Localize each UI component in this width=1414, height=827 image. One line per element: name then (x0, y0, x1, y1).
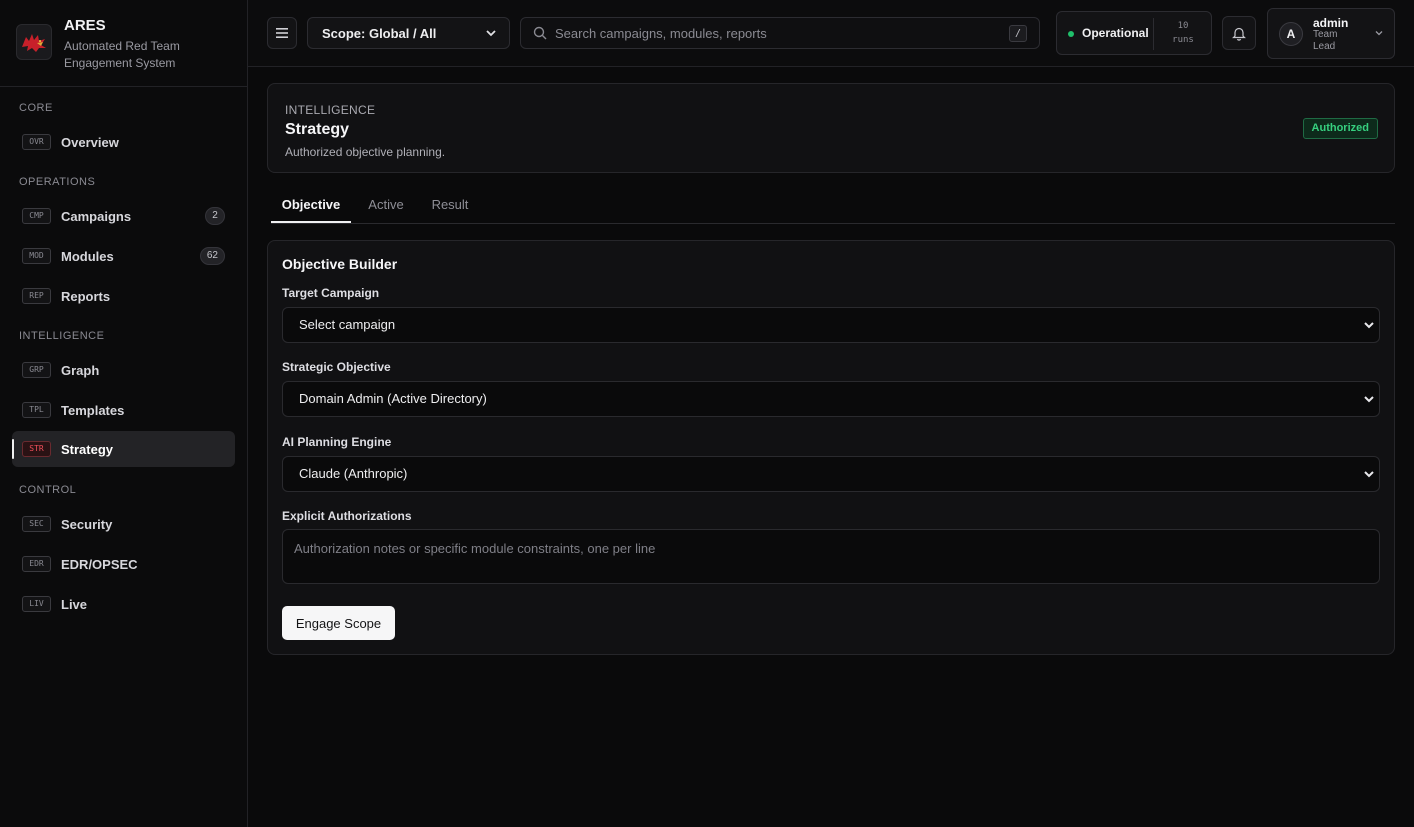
select-value: Domain Admin (Active Directory) (299, 391, 487, 406)
sidebar-item-label: Overview (61, 134, 119, 150)
page-title: Strategy (285, 121, 350, 138)
user-name: admin (1313, 16, 1349, 30)
brand: ARES Automated Red Team Engagement Syste… (0, 0, 247, 87)
tab-active[interactable]: Active (359, 188, 413, 223)
count-badge: 2 (205, 207, 225, 225)
avatar: A (1279, 22, 1303, 46)
chevron-down-icon (1364, 322, 1374, 329)
nav-section-intelligence: INTELLIGENCE (19, 330, 105, 342)
sidebar-item-label: EDR/OPSEC (61, 556, 138, 572)
menu-button[interactable] (267, 17, 297, 49)
scope-label: Scope: Global / All (322, 25, 437, 41)
runs-label: runs (1172, 35, 1194, 45)
target-campaign-select[interactable]: Select campaign (282, 307, 1380, 343)
page-eyebrow: INTELLIGENCE (285, 103, 376, 117)
strategic-objective-label: Strategic Objective (282, 360, 391, 374)
search-input[interactable] (555, 25, 995, 41)
search-shortcut: / (1009, 25, 1027, 42)
sidebar-item-label: Graph (61, 362, 100, 378)
page-header: INTELLIGENCE Strategy Authorized objecti… (267, 83, 1395, 173)
sidebar-item-label: Modules (61, 248, 114, 264)
select-value: Select campaign (299, 317, 396, 332)
authorizations-label: Explicit Authorizations (282, 509, 412, 523)
sidebar-item-label: Reports (61, 288, 111, 304)
nav-code: OVR (22, 134, 51, 150)
app-subtitle: Automated Red Team Engagement System (64, 39, 180, 70)
search-icon (533, 26, 547, 40)
chevron-down-icon (1364, 396, 1374, 403)
status-badge: Authorized (1302, 118, 1378, 139)
user-menu[interactable]: A admin Team Lead (1267, 8, 1395, 59)
ai-engine-select[interactable]: Claude (Anthropic) (282, 456, 1380, 492)
notifications-button[interactable] (1222, 16, 1256, 50)
nav-code: CMP (22, 208, 51, 224)
ai-engine-label: AI Planning Engine (282, 435, 392, 449)
chevron-down-icon (1375, 31, 1383, 36)
nav-code: GRP (22, 362, 51, 378)
objective-builder: Objective Builder Target Campaign Select… (267, 240, 1395, 655)
status-dot-icon (1068, 31, 1074, 37)
status-indicator[interactable]: Operational 10 runs (1056, 11, 1212, 55)
chevron-down-icon (1364, 471, 1374, 478)
tab-bar: Objective Active Result (271, 188, 1395, 224)
strategic-objective-select[interactable]: Domain Admin (Active Directory) (282, 381, 1380, 417)
sidebar-item-label: Campaigns (61, 208, 132, 224)
sidebar: ARES Automated Red Team Engagement Syste… (0, 0, 248, 827)
nav-code: EDR (22, 556, 51, 572)
sidebar-item-overview[interactable]: OVR Overview (12, 124, 235, 160)
authorizations-textarea[interactable] (282, 529, 1380, 584)
sidebar-item-edr-opsec[interactable]: EDR EDR/OPSEC (12, 546, 235, 582)
tab-objective[interactable]: Objective (271, 188, 351, 223)
nav-code: STR (22, 441, 51, 457)
topbar: Scope: Global / All / Operational 10 run… (248, 0, 1414, 67)
sidebar-item-label: Templates (61, 402, 125, 418)
app-name: ARES (64, 17, 106, 34)
search-bar: / (520, 17, 1040, 49)
sidebar-item-label: Security (61, 516, 113, 532)
nav-code: LIV (22, 596, 51, 612)
sidebar-item-graph[interactable]: GRP Graph (12, 352, 235, 388)
sidebar-item-campaigns[interactable]: CMP Campaigns 2 (12, 198, 235, 234)
status-text: Operational (1082, 26, 1149, 40)
sidebar-item-label: Strategy (61, 441, 114, 457)
nav-section-operations: OPERATIONS (19, 176, 96, 188)
sidebar-item-templates[interactable]: TPL Templates (12, 392, 235, 428)
sidebar-item-label: Live (61, 596, 88, 612)
sidebar-item-modules[interactable]: MOD Modules 62 (12, 238, 235, 274)
form-title: Objective Builder (282, 256, 398, 272)
divider (1153, 18, 1154, 50)
sidebar-item-security[interactable]: SEC Security (12, 506, 235, 542)
sidebar-item-live[interactable]: LIV Live (12, 586, 235, 622)
user-role: Team Lead (1313, 29, 1338, 52)
nav-code: TPL (22, 402, 51, 418)
nav-code: SEC (22, 516, 51, 532)
nav-section-control: CONTROL (19, 484, 77, 496)
bell-icon (1232, 27, 1246, 41)
dragon-logo-icon (16, 24, 52, 60)
target-campaign-label: Target Campaign (282, 286, 380, 300)
nav-code: REP (22, 288, 51, 304)
nav-section-core: CORE (19, 102, 53, 114)
tab-result[interactable]: Result (423, 188, 477, 223)
select-value: Claude (Anthropic) (299, 466, 408, 481)
count-badge: 62 (199, 247, 225, 265)
scope-select[interactable]: Scope: Global / All (307, 17, 510, 49)
page-subtitle: Authorized objective planning. (285, 145, 446, 159)
sidebar-item-reports[interactable]: REP Reports (12, 278, 235, 314)
engage-scope-button[interactable]: Engage Scope (282, 606, 395, 640)
sidebar-item-strategy[interactable]: STR Strategy (12, 431, 235, 467)
chevron-down-icon (486, 30, 496, 37)
nav-code: MOD (22, 248, 51, 264)
runs-count: 10 (1177, 21, 1189, 31)
runs-counter: 10 runs (1157, 19, 1209, 47)
hamburger-icon (276, 28, 288, 38)
